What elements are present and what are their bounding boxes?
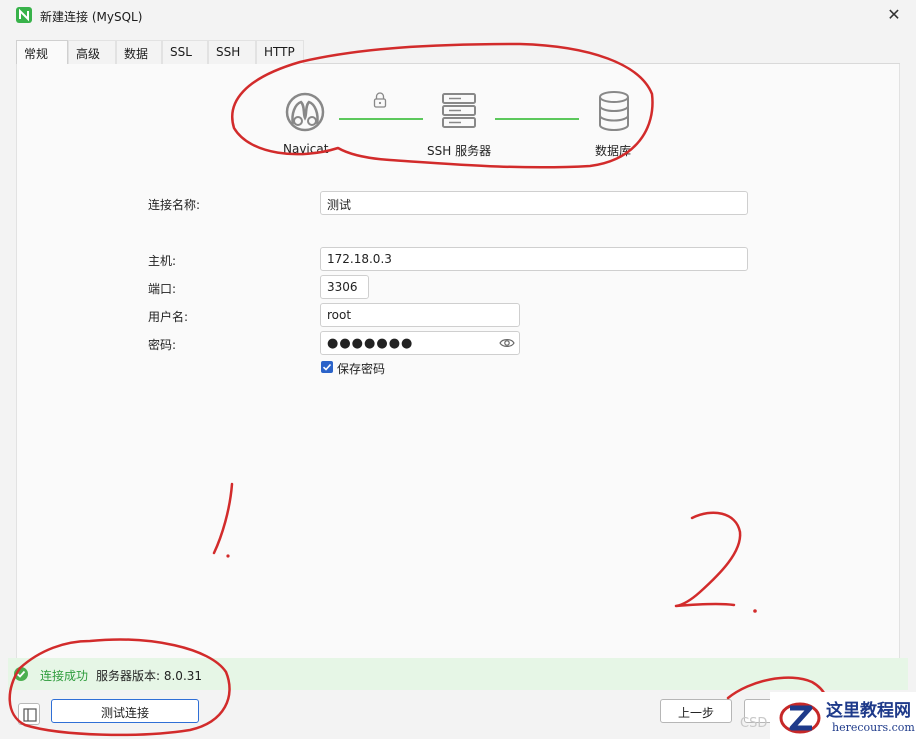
navicat-icon bbox=[283, 90, 327, 137]
diagram-database-label: 数据库 bbox=[595, 144, 632, 158]
navicat-app-icon bbox=[16, 7, 32, 23]
tab-http[interactable]: HTTP bbox=[256, 40, 304, 64]
password-label: 密码: bbox=[148, 338, 177, 352]
status-bar: 连接成功 服务器版本: 8.0.31 bbox=[8, 658, 908, 690]
save-password-label[interactable]: 保存密码 bbox=[337, 360, 385, 377]
watermark-cn-text: 这里教程网 bbox=[826, 701, 911, 721]
close-button[interactable]: ✕ bbox=[882, 4, 906, 28]
tab-general[interactable]: 常规 bbox=[16, 40, 68, 65]
password-input[interactable]: ●●●●●●● bbox=[320, 331, 520, 355]
database-icon bbox=[597, 90, 631, 135]
connection-status-text: 连接成功 bbox=[40, 669, 89, 683]
tab-ssl[interactable]: SSL bbox=[162, 40, 208, 64]
tab-ssh[interactable]: SSH bbox=[208, 40, 256, 64]
tab-bar: 常规 高级 数据库 SSL SSH HTTP bbox=[16, 40, 900, 78]
username-label: 用户名: bbox=[148, 310, 189, 324]
tab-advanced[interactable]: 高级 bbox=[68, 40, 116, 64]
watermark-en-text: herecours.com bbox=[832, 721, 915, 734]
previous-button[interactable]: 上一步 bbox=[660, 699, 732, 723]
watermark-faint-text: CSD bbox=[740, 716, 768, 731]
password-value: ●●●●●●● bbox=[327, 336, 414, 351]
connection-name-input[interactable]: 测试 bbox=[320, 191, 748, 215]
watermark-logo-icon bbox=[779, 702, 821, 734]
host-input[interactable]: 172.18.0.3 bbox=[320, 247, 748, 271]
server-icon bbox=[441, 92, 477, 133]
host-label: 主机: bbox=[148, 254, 177, 268]
success-check-icon bbox=[14, 667, 28, 681]
lock-icon bbox=[373, 92, 387, 111]
diagram-ssh-label: SSH 服务器 bbox=[427, 144, 492, 158]
title-bar: 新建连接 (MySQL) ✕ bbox=[0, 0, 916, 32]
watermark: 这里教程网 herecours.com bbox=[770, 692, 916, 739]
test-connection-button[interactable]: 测试连接 bbox=[51, 699, 199, 723]
save-password-checkbox[interactable] bbox=[321, 361, 333, 373]
connection-line-right bbox=[495, 118, 579, 120]
diagram-client-label: Navicat bbox=[283, 142, 329, 156]
connection-name-label: 连接名称: bbox=[148, 198, 201, 212]
port-input[interactable]: 3306 bbox=[320, 275, 369, 299]
general-panel: Navicat SSH 服务器 数据库 连接名称: 测试 主机: 172.18.… bbox=[16, 64, 900, 658]
panel-toggle-button[interactable] bbox=[18, 703, 40, 725]
tab-database[interactable]: 数据库 bbox=[116, 40, 162, 78]
eye-icon[interactable] bbox=[499, 337, 515, 352]
window-title: 新建连接 (MySQL) bbox=[40, 10, 143, 24]
port-label: 端口: bbox=[148, 282, 177, 296]
server-version-text: 服务器版本: 8.0.31 bbox=[96, 669, 203, 683]
username-input[interactable]: root bbox=[320, 303, 520, 327]
connection-line-left bbox=[339, 118, 423, 120]
